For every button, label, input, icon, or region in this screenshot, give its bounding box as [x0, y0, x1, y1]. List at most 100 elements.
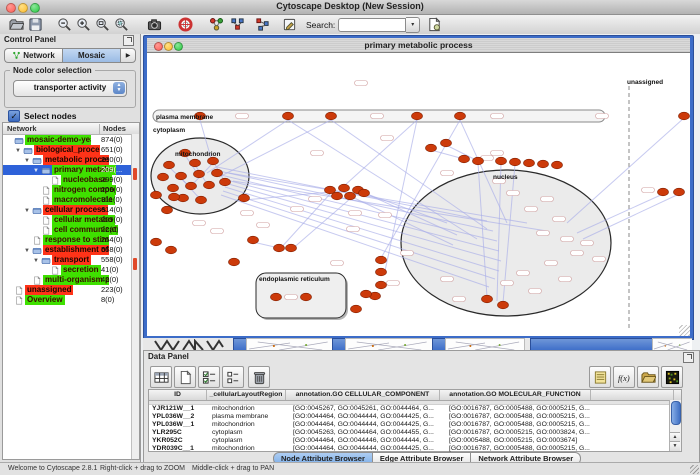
tree-row[interactable]: nitrogen compo209(0) [3, 185, 139, 195]
network-node[interactable] [186, 182, 197, 190]
network-node[interactable] [426, 144, 437, 152]
network-node[interactable] [286, 244, 297, 252]
network-node[interactable] [158, 173, 169, 181]
table-row[interactable]: YLR295Ccytoplasm[GO:0045263, GO:0044464,… [149, 429, 681, 437]
network-node[interactable] [361, 290, 372, 298]
network-node[interactable] [376, 268, 387, 276]
network-window-titlebar[interactable]: primary metabolic process [147, 38, 690, 53]
edge[interactable] [567, 118, 684, 223]
function-builder-button[interactable]: f(x) [613, 366, 635, 388]
save-button[interactable] [27, 17, 44, 33]
select-attributes-button[interactable] [198, 366, 220, 388]
tree-row[interactable]: ▼establishment of lo558(0) [3, 245, 139, 255]
network-node[interactable] [301, 293, 312, 301]
tree-row[interactable]: macromolecule311(0) [3, 195, 139, 205]
network-graph[interactable]: plasma membranecytoplasmmitochondrionnuc… [147, 53, 690, 336]
network-node[interactable] [248, 236, 259, 244]
tree-row[interactable]: response to stimulu264(0) [3, 235, 139, 245]
network-node[interactable] [283, 112, 294, 120]
network-node[interactable] [345, 192, 356, 200]
background-window-fragment[interactable] [652, 338, 692, 350]
network-node[interactable] [164, 161, 175, 169]
network-node[interactable] [510, 158, 521, 166]
network-node[interactable] [212, 169, 223, 177]
network-node[interactable] [455, 112, 466, 120]
network-node[interactable] [473, 157, 484, 165]
color-attribute-select[interactable]: transporter activity ▲▼ [13, 80, 127, 97]
network-node[interactable] [204, 181, 215, 189]
table-column-header[interactable]: annotation.GO MOLECULAR_FUNCTION [440, 390, 591, 400]
table-column-header[interactable] [591, 390, 674, 400]
network-node[interactable] [359, 189, 370, 197]
network-node[interactable] [274, 244, 285, 252]
tree-row[interactable]: nucleobase-209(0) [3, 175, 139, 185]
network-node[interactable] [208, 157, 219, 165]
zoom-selected-button[interactable] [113, 17, 130, 33]
background-window-fragment[interactable] [345, 338, 433, 350]
network-node[interactable] [196, 196, 207, 204]
open-file-button[interactable] [8, 17, 25, 33]
zoom-in-button[interactable] [75, 17, 92, 33]
unselect-attributes-button[interactable] [222, 366, 244, 388]
network-node[interactable] [220, 178, 231, 186]
background-window-fragment[interactable] [445, 338, 525, 350]
network-node[interactable] [412, 112, 423, 120]
network-node[interactable] [190, 159, 201, 167]
network-node[interactable] [239, 194, 250, 202]
network-node[interactable] [658, 188, 669, 196]
tree-row[interactable]: cellular metabo209(0) [3, 215, 139, 225]
edge[interactable] [344, 120, 417, 186]
new-attribute-button[interactable] [174, 366, 196, 388]
network-node[interactable] [194, 170, 205, 178]
help-button[interactable] [177, 17, 194, 33]
search-input[interactable] [338, 18, 406, 32]
tree-row[interactable]: ▼primary metabo209(... [3, 165, 139, 175]
network-node[interactable] [498, 301, 509, 309]
matrix-view-button[interactable] [661, 366, 683, 388]
layout-b-button[interactable] [254, 17, 271, 33]
network-node[interactable] [376, 256, 387, 264]
tree-row[interactable]: cell communicat22(0) [3, 225, 139, 235]
tab-mosaic[interactable]: Mosaic [62, 48, 120, 63]
tree-row[interactable]: ▼biological_process651(0) [3, 145, 139, 155]
attribute-table[interactable]: ID_cellularLayoutRegionannotation.GO CEL… [148, 389, 682, 452]
network-node[interactable] [441, 139, 452, 147]
search-index-button[interactable] [426, 17, 443, 33]
scroll-down-icon[interactable]: ▼ [670, 441, 680, 451]
network-node[interactable] [271, 293, 282, 301]
delete-attribute-button[interactable] [248, 366, 270, 388]
float-data-panel-icon[interactable] [683, 352, 694, 363]
attribute-editor-button[interactable] [589, 366, 611, 388]
tree-scrollbar[interactable] [131, 134, 139, 459]
table-column-header[interactable]: annotation.GO CELLULAR_COMPONENT [286, 390, 440, 400]
table-scrollbar[interactable]: ▲ ▼ [669, 400, 681, 451]
tree-row[interactable]: ▼cellular process614(0) [3, 205, 139, 215]
search-dropdown-button[interactable]: ▾ [406, 17, 420, 33]
network-node[interactable] [679, 112, 690, 120]
network-node[interactable] [552, 161, 563, 169]
select-nodes-checkbox[interactable]: ✓ [8, 110, 20, 122]
network-node[interactable] [151, 238, 162, 246]
network-node[interactable] [326, 112, 337, 120]
network-node[interactable] [482, 295, 493, 303]
zoom-out-button[interactable] [56, 17, 73, 33]
network-node[interactable] [538, 160, 549, 168]
table-row[interactable]: YPL036W__2plasma membrane[GO:0044464, GO… [149, 413, 681, 421]
tree-row[interactable]: mosaic-demo-yeast874(0) [3, 135, 139, 145]
network-node[interactable] [169, 193, 180, 201]
network-node[interactable] [176, 172, 187, 180]
manage-networks-button[interactable] [281, 17, 298, 33]
canvas-resize-grip[interactable] [679, 325, 690, 336]
background-window-fragment[interactable] [530, 338, 654, 350]
network-canvas[interactable]: plasma membranecytoplasmmitochondrionnuc… [147, 53, 690, 336]
network-node[interactable] [332, 192, 343, 200]
more-tabs-button[interactable]: ▶ [120, 48, 136, 63]
network-node[interactable] [351, 305, 362, 313]
table-row[interactable]: YKR052Ccytoplasm[GO:0044464, GO:0044446,… [149, 437, 681, 445]
table-column-header[interactable]: _cellularLayoutRegion [207, 390, 286, 400]
attribute-table-header[interactable]: ID_cellularLayoutRegionannotation.GO CEL… [149, 390, 681, 401]
table-row[interactable]: YPL036W__1mitochondrion[GO:0044464, GO:0… [149, 421, 681, 429]
network-node[interactable] [151, 191, 162, 199]
tree-row[interactable]: secretion41(0) [3, 265, 139, 275]
tree-row[interactable]: multi-organism pro42(0) [3, 275, 139, 285]
